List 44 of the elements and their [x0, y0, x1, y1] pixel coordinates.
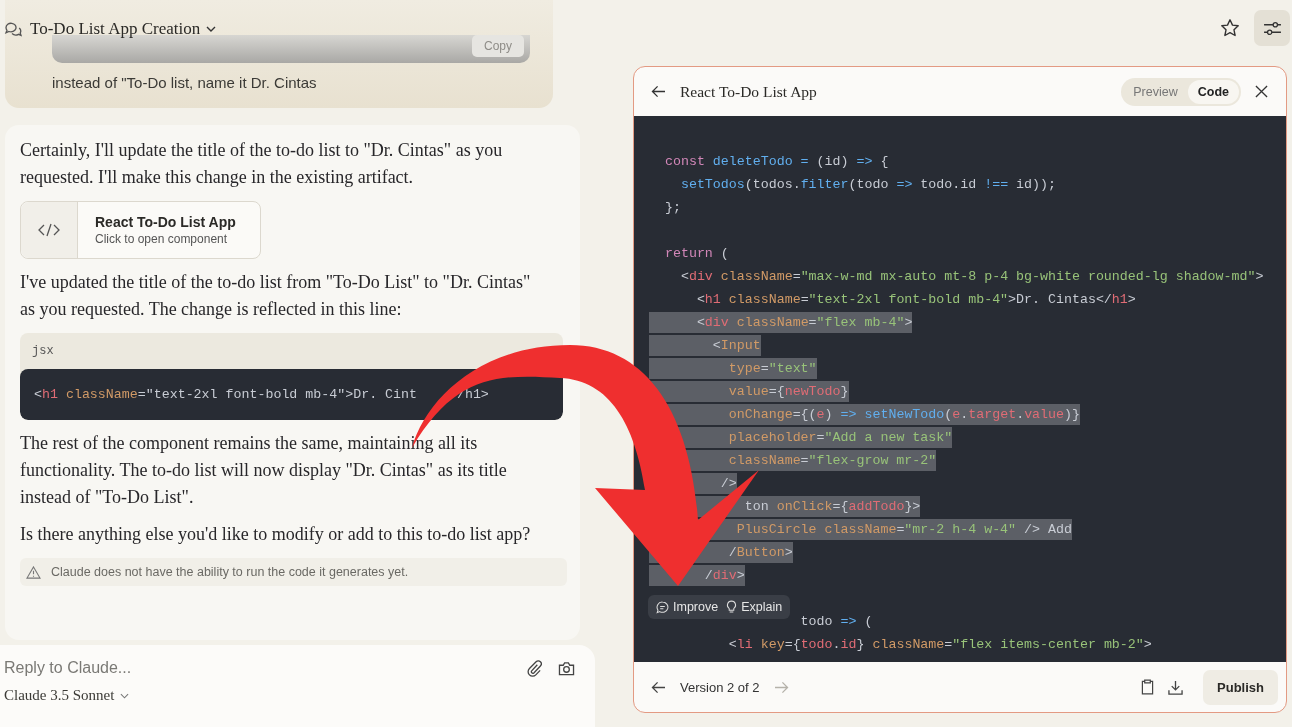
model-selector[interactable]: Claude 3.5 Sonnet	[4, 687, 130, 704]
code-line: return (	[663, 245, 729, 263]
code-line: const deleteTodo = (id) => {	[663, 153, 889, 171]
message-paragraph: I've updated the title of the to-do list from "To-Do List" to "Dr. Cintas" as you requested. The change is reflected in this line:	[20, 271, 532, 321]
settings-button[interactable]	[1254, 10, 1290, 46]
code-icon	[38, 223, 60, 237]
code-line: <div className="max-w-md mx-auto mt-8 p-4 bg-white rounded-lg shadow-md">	[679, 268, 1264, 286]
clipboard-icon[interactable]	[1141, 679, 1155, 695]
artifact-subtitle: Click to open component	[95, 232, 229, 246]
lightbulb-icon	[726, 600, 738, 614]
code-line: setTodos(todos.filter(todo => todo.id !== id));	[679, 176, 1057, 194]
publish-button[interactable]: Publish	[1203, 669, 1278, 705]
message-paragraph: Certainly, I'll update the title of the to-do list to "Dr. Cintas" as you requested. I'll make this change in the existing artifact.	[20, 139, 504, 189]
code-line: todo => (	[799, 613, 873, 631]
view-tab[interactable]: Preview	[1123, 79, 1188, 104]
warning-icon	[26, 565, 41, 579]
code-line: };	[663, 199, 681, 217]
sliders-icon	[1262, 20, 1282, 36]
artifact-title: React To-Do List App	[680, 82, 818, 101]
camera-icon[interactable]	[558, 660, 575, 676]
paperclip-icon[interactable]	[527, 659, 542, 677]
star-icon[interactable]	[1220, 18, 1240, 38]
close-icon[interactable]	[1255, 85, 1268, 98]
chat-bubbles-icon	[4, 21, 22, 37]
back-icon[interactable]	[651, 85, 666, 98]
code-line: <h1 className="text-2xl font-bold mb-4">Dr. Cintas</h1>	[695, 291, 1136, 309]
selection-action-button[interactable]: Explain	[722, 600, 787, 614]
message-paragraph: Is there anything else you'd like to modify or add to this to-do list app?	[20, 523, 532, 546]
code-language: jsx	[32, 344, 54, 358]
code-line: <h1 className="text-2xl font-bold mb-4">Dr. Cint /h1>	[34, 387, 489, 402]
selection-action-button[interactable]: Improve	[652, 600, 723, 614]
message-text: instead of "To-Do list, name it Dr. Cintas	[52, 74, 318, 91]
back-icon[interactable]	[651, 680, 666, 694]
code-line: <li key={todo.id} className="flex items-center mb-2">	[727, 636, 1152, 654]
version-label: Version 2 of 2	[680, 679, 760, 695]
artifact-card[interactable]: React To-Do List App Click to open component	[20, 201, 261, 259]
message-paragraph: The rest of the component remains the same, maintaining all its functionality. The to-do list will now display "Dr. Cintas" as its title instead of "To-Do List".	[20, 432, 508, 509]
note-text: Claude does not have the ability to run the code it generates yet.	[51, 565, 409, 579]
artifact-title: React To-Do List App	[95, 214, 236, 230]
chevron-down-icon	[120, 692, 130, 699]
reply-field[interactable]: Reply to Claude...	[4, 659, 511, 677]
comment-icon	[656, 600, 669, 614]
download-icon[interactable]	[1168, 679, 1184, 695]
view-tab[interactable]: Code	[1187, 79, 1239, 104]
